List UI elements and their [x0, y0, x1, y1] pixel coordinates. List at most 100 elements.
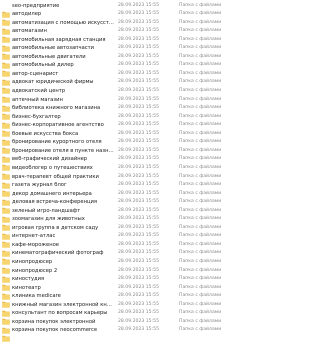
file-name: автор-сценарист: [12, 70, 59, 77]
file-row[interactable]: кинопродюсер 2 28.09.2023 15:55 Папка с фа…: [0, 267, 240, 283]
file-name: аптечный магазин: [12, 96, 63, 103]
folder-icon: [2, 71, 10, 86]
file-type: Папка с файлами: [179, 310, 222, 316]
folder-icon: [2, 97, 10, 112]
file-date-modified: 28.09.2023 15:55: [118, 79, 160, 85]
file-name: веб-графический дизайнер: [12, 156, 88, 163]
file-type: Папка с файлами: [179, 301, 222, 307]
file-row[interactable]: видеоблогер о путешествиях 28.09.2023 15:…: [0, 164, 240, 180]
file-row[interactable]: зеленый игро-ландшафт 28.09.2023 15:55 Пап…: [0, 207, 240, 223]
file-row[interactable]: интернет-атлас 28.09.2023 15:55 Папка с фа…: [0, 232, 240, 248]
file-row[interactable]: кинематографический фотограф 28.09.2023 1…: [0, 249, 240, 266]
file-row[interactable]: автомобильные автозапчасти 28.09.2023 15:…: [0, 44, 240, 60]
file-name: деловая встреча-конференция: [12, 199, 98, 206]
file-date-modified: 28.09.2023 15:55: [118, 70, 160, 76]
file-date-modified: 28.09.2023 15:55: [118, 241, 160, 247]
folder-icon: [2, 293, 10, 308]
file-row[interactable]: автор-сценарист 28.09.2023 15:55 Папка с ф…: [0, 70, 240, 86]
file-date-modified: 28.09.2023 15:55: [118, 156, 160, 162]
file-type: Папка с файлами: [179, 147, 222, 153]
folder-icon: [2, 54, 10, 69]
file-row[interactable]: адвокат юридической фирмы 28.09.2023 15:5…: [0, 78, 240, 95]
folder-icon: [2, 199, 10, 214]
file-list: seo-предприятие 28.09.2023 15:55 Папка с ф…: [0, 0, 240, 348]
file-row[interactable]: веб-графический дизайнер 28.09.2023 15:55…: [0, 155, 240, 171]
file-row[interactable]: бизнес-корпоративное агентство 28.09.2023…: [0, 121, 240, 137]
file-row[interactable]: автомобильная зарядная станция 28.09.2023…: [0, 36, 240, 52]
file-date-modified: 28.09.2023 15:55: [118, 11, 160, 17]
file-name: кинотеатр: [12, 284, 41, 291]
file-type: Папка с файлами: [179, 190, 222, 196]
file-row[interactable]: врач-терапевт общей практики 28.09.2023 1…: [0, 173, 240, 189]
file-date-modified: 28.09.2023 15:55: [118, 130, 160, 136]
file-date-modified: 28.09.2023 15:55: [118, 88, 160, 94]
file-name: игровая группа в детском саду: [12, 224, 99, 231]
file-name: зоомагазин для животных: [12, 216, 85, 223]
file-row[interactable]: seo-предприятие 28.09.2023 15:55 Папка с ф…: [0, 2, 240, 18]
file-row[interactable]: кафе-мороженое 28.09.2023 15:55 Папка с фа…: [0, 241, 240, 257]
file-row[interactable]: киностудия 28.09.2023 15:55 Папка с файлам…: [0, 275, 240, 291]
file-row[interactable]: игровая группа в детском саду 28.09.2023 …: [0, 224, 240, 240]
file-date-modified: 28.09.2023 15:55: [118, 62, 160, 68]
file-name: адвокатский центр: [12, 88, 66, 95]
folder-icon: [2, 148, 10, 163]
folder-icon: [2, 156, 10, 171]
folder-icon: [2, 131, 10, 146]
file-row[interactable]: корзина покупок электронной 28.09.2023 15…: [0, 318, 240, 334]
file-row[interactable]: зоомагазин для животных 28.09.2023 15:55 П…: [0, 215, 240, 231]
file-date-modified: 28.09.2023 15:55: [118, 147, 160, 153]
file-name: кинематографический фотограф: [12, 250, 104, 257]
file-row[interactable]: автоматизация с помощью искусствен... 28.…: [0, 19, 240, 35]
folder-icon: [2, 268, 10, 283]
file-row[interactable]: библиотека книжного магазина 28.09.2023 1…: [0, 104, 240, 120]
file-row[interactable]: адвокатский центр 28.09.2023 15:55 Папка с…: [0, 87, 240, 103]
file-date-modified: 28.09.2023 15:55: [118, 164, 160, 170]
file-type: Папка с файлами: [179, 233, 222, 239]
file-date-modified: 28.09.2023 15:55: [118, 310, 160, 316]
file-row[interactable]: кинопродюсер 28.09.2023 15:55 Папка с файл…: [0, 258, 240, 274]
folder-icon: [2, 11, 10, 26]
file-name: бронирование отеля в пункте назначе...: [12, 147, 115, 154]
file-name: книжный магазин электронной книжн...: [12, 301, 115, 308]
file-type: Папка с файлами: [179, 88, 222, 94]
file-row[interactable]: автомагазин 28.09.2023 15:55 Папка с файла…: [0, 27, 240, 43]
file-row[interactable]: декор домашнего интерьера 28.09.2023 15:5…: [0, 190, 240, 206]
file-name: кинопродюсер: [12, 259, 53, 266]
file-date-modified: 28.09.2023 15:55: [118, 113, 160, 119]
folder-icon: [2, 259, 10, 274]
file-name: бизнес-корпоративное агентство: [12, 122, 104, 129]
file-row[interactable]: корзина покупок neocommerce 28.09.2023 15…: [0, 326, 240, 342]
folder-icon: [2, 302, 10, 317]
file-type: Папка с файлами: [179, 182, 222, 188]
folder-icon: [2, 174, 10, 189]
file-row[interactable]: аптечный магазин 28.09.2023 15:55 Папка с …: [0, 96, 240, 112]
file-row[interactable]: кинотеатр 28.09.2023 15:55 Папка с файлами: [0, 284, 240, 300]
file-row[interactable]: книжный магазин электронной книжн... 28.0…: [0, 301, 240, 317]
file-type: Папка с файлами: [179, 130, 222, 136]
file-row[interactable]: автомобильные двигатели 28.09.2023 15:55 П…: [0, 53, 240, 69]
file-type: Папка с файлами: [179, 224, 222, 230]
file-name: декор домашнего интерьера: [12, 190, 92, 197]
file-row[interactable]: бронирование курортного отеля 28.09.2023 …: [0, 138, 240, 154]
file-row[interactable]: автомобильный дилер 28.09.2023 15:55 Папка…: [0, 61, 240, 77]
file-row[interactable]: деловая встреча-конференция 28.09.2023 15…: [0, 198, 240, 214]
file-date-modified: 28.09.2023 15:55: [118, 259, 160, 265]
file-date-modified: 28.09.2023 15:55: [118, 293, 160, 299]
file-date-modified: 28.09.2023 15:55: [118, 105, 160, 111]
folder-icon: [2, 191, 10, 206]
file-row[interactable]: газета журнал блог 28.09.2023 15:55 Папка …: [0, 181, 240, 197]
folder-icon: [2, 122, 10, 137]
file-row[interactable]: автодилер 28.09.2023 15:55 Папка с файлами: [0, 10, 240, 26]
file-row[interactable]: консультант по вопросам карьеры 28.09.202…: [0, 309, 240, 325]
file-date-modified: 28.09.2023 15:55: [118, 301, 160, 307]
file-row[interactable]: боевые искусства бокса 28.09.2023 15:55 Па…: [0, 130, 240, 146]
file-date-modified: 28.09.2023 15:55: [118, 182, 160, 188]
file-name: врач-терапевт общей практики: [12, 173, 99, 180]
file-name: автомобильная зарядная станция: [12, 36, 106, 43]
folder-icon: [2, 37, 10, 52]
folder-icon: [2, 285, 10, 300]
file-row[interactable]: клиника medicare 28.09.2023 15:55 Папка с …: [0, 292, 240, 308]
file-row[interactable]: бронирование отеля в пункте назначе... 28…: [0, 147, 240, 163]
file-row[interactable]: бизнес-бухгалтер 28.09.2023 15:55 Папка с …: [0, 113, 240, 129]
folder-icon: [2, 139, 10, 154]
